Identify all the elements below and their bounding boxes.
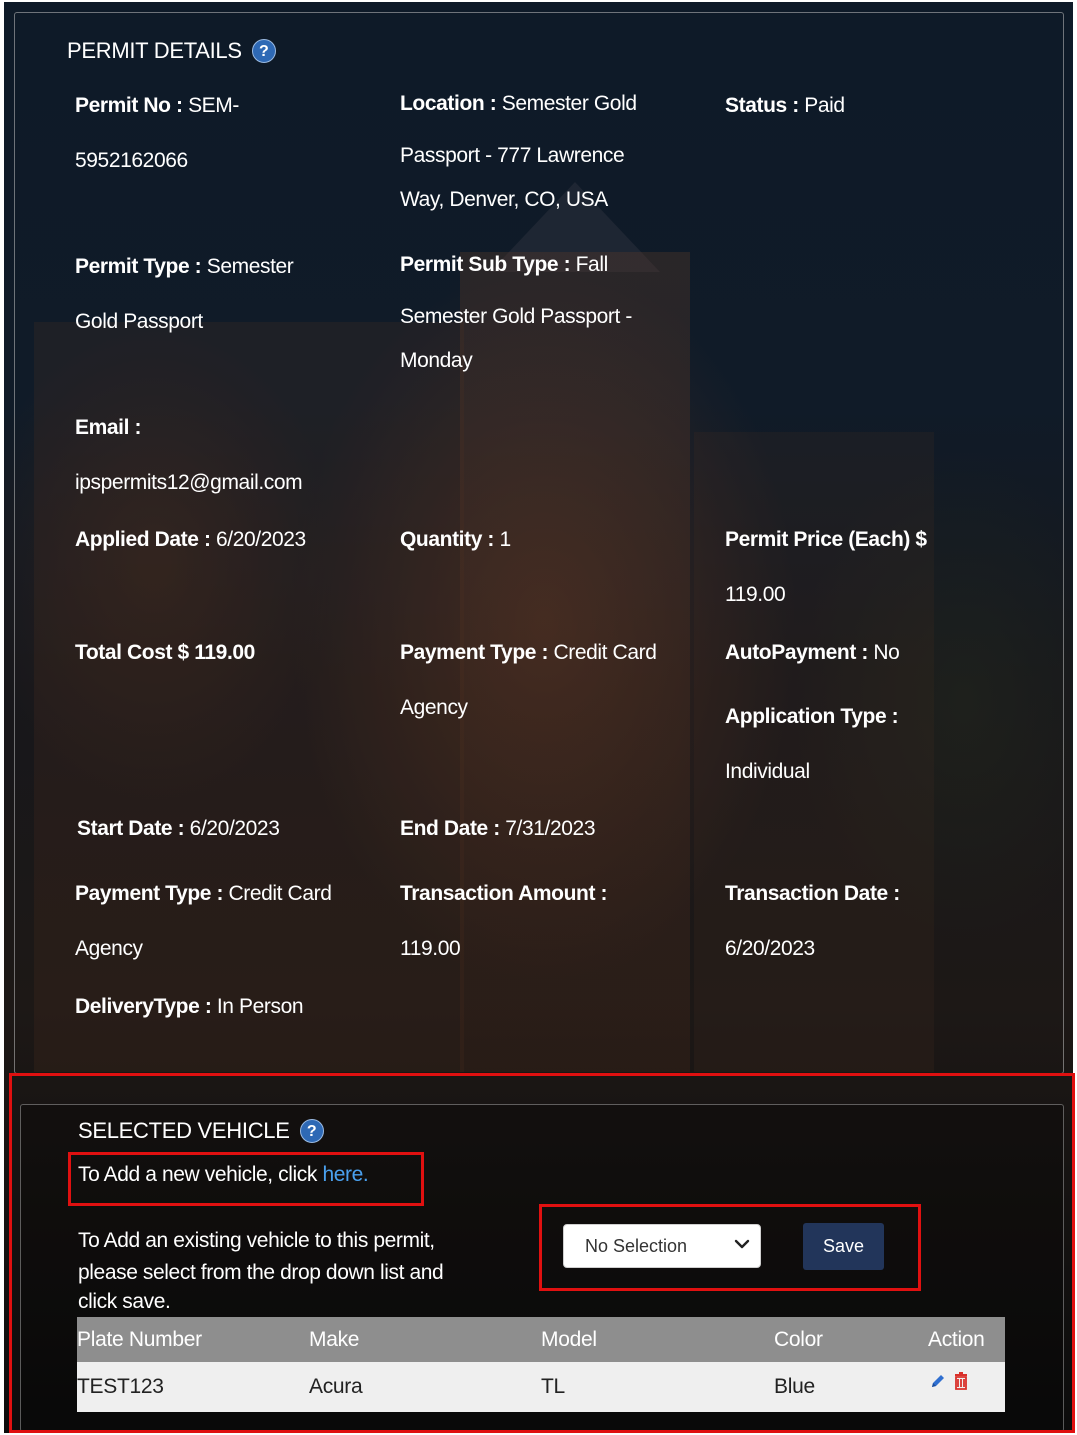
existing-vehicle-line1: To Add an existing vehicle to this permi… <box>78 1229 435 1252</box>
permit-type-value: Semester <box>206 255 294 278</box>
delete-trash-icon[interactable] <box>953 1372 969 1390</box>
quantity-field: Quantity : 1 <box>400 512 700 567</box>
email-field: Email : ipspermits12@gmail.com <box>75 400 375 510</box>
transaction-amount-field: Transaction Amount : 119.00 <box>400 866 700 976</box>
permit-price-label: Permit Price (Each) $ <box>725 528 927 551</box>
payment-type-field: Payment Type : Credit Card Agency <box>400 625 700 735</box>
autopayment-label: AutoPayment : <box>725 641 868 664</box>
payment-type-2-field: Payment Type : Credit Card Agency <box>75 866 375 976</box>
permit-details-title: PERMIT DETAILS <box>67 38 242 63</box>
column-header-action: Action <box>928 1327 985 1351</box>
permit-no-value-cont: 5952162066 <box>75 149 188 172</box>
payment-type-value-cont: Agency <box>400 696 468 719</box>
existing-vehicle-line3: click save. <box>78 1290 171 1313</box>
help-icon[interactable]: ? <box>251 39 276 63</box>
cell-make: Acura <box>309 1375 363 1398</box>
start-date-value: 6/20/2023 <box>189 817 280 840</box>
applied-date-value: 6/20/2023 <box>216 528 306 551</box>
permit-no-value: SEM- <box>188 94 239 117</box>
status-value: Paid <box>804 94 845 117</box>
applied-date-field: Applied Date : 6/20/2023 <box>75 512 375 567</box>
existing-vehicle-instructions: To Add an existing vehicle to this permi… <box>78 1225 444 1315</box>
column-header-model: Model <box>541 1327 597 1351</box>
email-label: Email : <box>75 416 142 439</box>
permit-sub-type-value-line3: Monday <box>400 349 473 372</box>
payment-type-label: Payment Type : <box>400 641 549 664</box>
application-type-label: Application Type : <box>725 705 899 728</box>
row-actions <box>929 1372 969 1390</box>
vehicle-select-dropdown[interactable]: No Selection <box>563 1224 761 1268</box>
end-date-field: End Date : 7/31/2023 <box>400 801 700 856</box>
transaction-date-field: Transaction Date : 6/20/2023 <box>725 866 1025 976</box>
transaction-date-value: 6/20/2023 <box>725 937 815 960</box>
permit-sub-type-field: Permit Sub Type : Fall Semester Gold Pas… <box>400 239 700 383</box>
permit-no-label: Permit No : <box>75 94 183 117</box>
table-row: TEST123 Acura TL Blue <box>77 1362 1005 1412</box>
transaction-amount-label: Transaction Amount : <box>400 882 608 905</box>
total-cost-field: Total Cost $ 119.00 <box>75 625 375 680</box>
email-value: ipspermits12@gmail.com <box>75 471 303 494</box>
autopayment-field: AutoPayment : No <box>725 625 1025 680</box>
payment-type-value: Credit Card <box>553 641 657 664</box>
permit-type-field: Permit Type : Semester Gold Passport <box>75 239 375 349</box>
delivery-type-label: DeliveryType : <box>75 995 212 1018</box>
vehicle-table-header: Plate Number Make Model Color Action <box>77 1317 1005 1362</box>
delivery-type-field: DeliveryType : In Person <box>75 979 375 1034</box>
edit-pencil-icon[interactable] <box>929 1372 947 1390</box>
vehicle-table: Plate Number Make Model Color Action TES… <box>77 1317 1005 1412</box>
transaction-date-label: Transaction Date : <box>725 882 900 905</box>
location-value-line2: Passport - 777 Lawrence <box>400 144 625 167</box>
permit-sub-type-value-line2: Semester Gold Passport - <box>400 305 632 328</box>
permit-type-value-cont: Gold Passport <box>75 310 203 333</box>
application-type-value: Individual <box>725 760 810 783</box>
permit-price-value: 119.00 <box>725 583 786 606</box>
status-field: Status : Paid <box>725 78 1025 133</box>
location-label: Location : <box>400 92 497 115</box>
start-date-label: Start Date : <box>77 817 185 840</box>
permit-no-field: Permit No : SEM- 5952162066 <box>75 78 375 188</box>
permit-sub-type-label: Permit Sub Type : <box>400 253 571 276</box>
delivery-type-value: In Person <box>216 995 304 1018</box>
column-header-plate: Plate Number <box>77 1327 202 1351</box>
payment-type-2-value-cont: Agency <box>75 937 143 960</box>
permit-details-heading: PERMIT DETAILS ? <box>67 38 276 64</box>
existing-vehicle-line2: please select from the drop down list an… <box>78 1261 444 1284</box>
column-header-color: Color <box>774 1327 823 1351</box>
location-value: Semester Gold <box>501 92 637 115</box>
permit-type-label: Permit Type : <box>75 255 202 278</box>
quantity-value: 1 <box>499 528 511 551</box>
selected-vehicle-heading: SELECTED VEHICLE ? <box>78 1118 324 1144</box>
cell-model: TL <box>541 1375 565 1398</box>
permit-sub-type-value: Fall <box>575 253 609 276</box>
autopayment-value: No <box>873 641 900 664</box>
payment-type-2-value: Credit Card <box>228 882 332 905</box>
total-cost-label: Total Cost $ <box>75 641 189 664</box>
total-cost-value: 119.00 <box>194 641 255 664</box>
location-value-line3: Way, Denver, CO, USA <box>400 188 608 211</box>
applied-date-label: Applied Date : <box>75 528 211 551</box>
help-icon[interactable]: ? <box>299 1119 324 1143</box>
location-field: Location : Semester Gold Passport - 777 … <box>400 78 700 222</box>
application-type-field: Application Type : Individual <box>725 689 1025 799</box>
quantity-label: Quantity : <box>400 528 494 551</box>
column-header-make: Make <box>309 1327 360 1351</box>
transaction-amount-value: 119.00 <box>400 937 461 960</box>
status-label: Status : <box>725 94 799 117</box>
add-new-vehicle-link[interactable]: here. <box>322 1163 368 1186</box>
add-new-vehicle-text: To Add a new vehicle, click here. <box>78 1163 369 1187</box>
end-date-label: End Date : <box>400 817 500 840</box>
end-date-value: 7/31/2023 <box>505 817 596 840</box>
start-date-field: Start Date : 6/20/2023 <box>77 801 377 856</box>
cell-plate: TEST123 <box>77 1375 164 1398</box>
payment-type-2-label: Payment Type : <box>75 882 224 905</box>
cell-color: Blue <box>774 1375 815 1398</box>
permit-price-field: Permit Price (Each) $ 119.00 <box>725 512 1025 622</box>
selected-vehicle-title: SELECTED VEHICLE <box>78 1118 290 1143</box>
vehicle-select-value: No Selection <box>585 1235 688 1256</box>
save-button[interactable]: Save <box>803 1223 884 1270</box>
add-new-vehicle-prefix: To Add a new vehicle, click <box>78 1163 323 1186</box>
chevron-down-icon <box>734 1239 750 1249</box>
